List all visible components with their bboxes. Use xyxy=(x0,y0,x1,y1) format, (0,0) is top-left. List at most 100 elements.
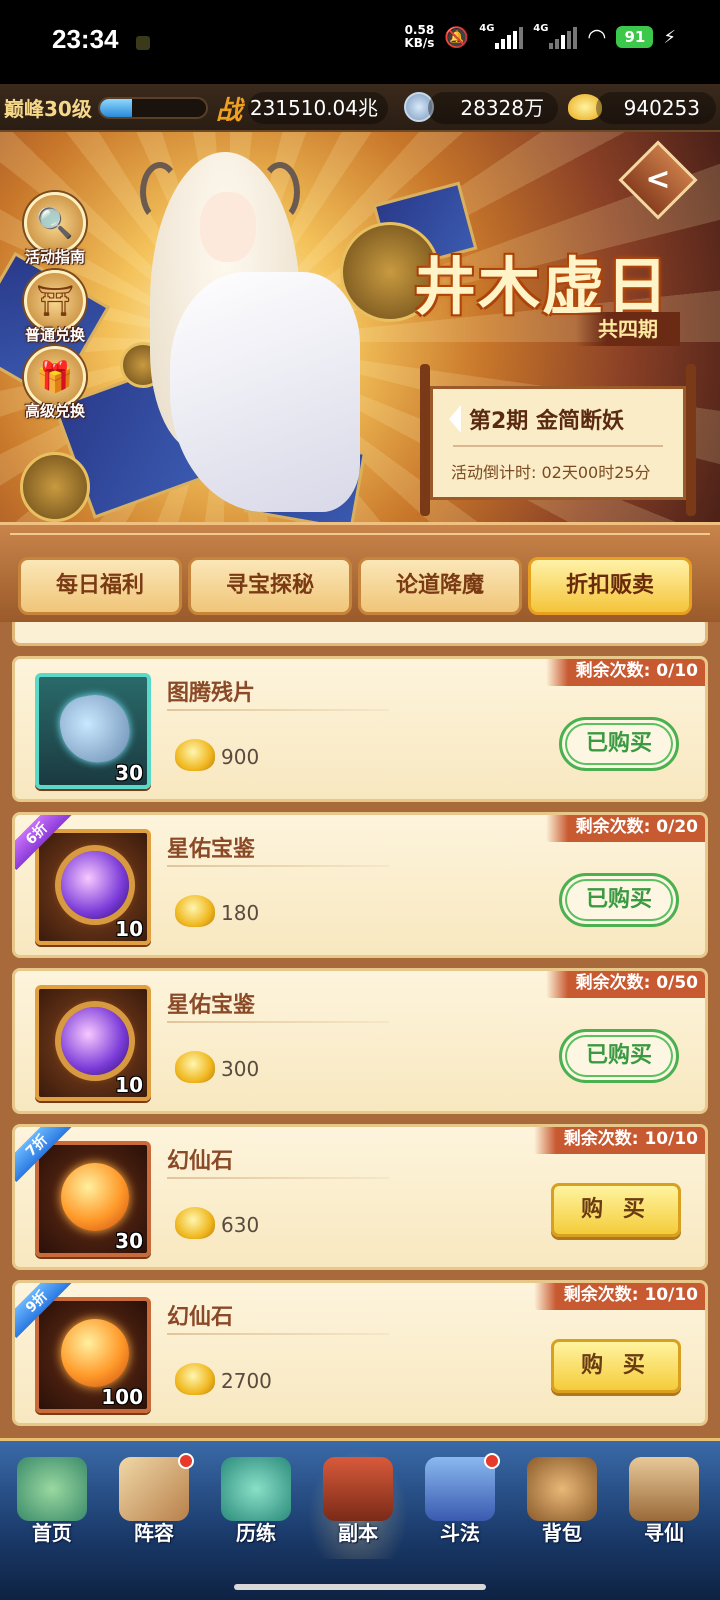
tab-discount-sale[interactable]: 折扣贩卖 xyxy=(528,557,692,615)
gold-ingot-icon xyxy=(175,739,215,771)
nav-lineup[interactable]: 阵容 xyxy=(104,1449,204,1559)
item-price: 180 xyxy=(221,901,260,925)
item-count: 30 xyxy=(115,1229,143,1253)
back-arrow-icon: < xyxy=(645,162,671,197)
wifi-icon: ◠ xyxy=(587,24,607,50)
item-frame[interactable]: 30 xyxy=(35,1141,151,1257)
character-illustration xyxy=(130,152,360,522)
magnifier-icon: 🔍 xyxy=(24,192,86,254)
cards-icon xyxy=(119,1457,189,1521)
combat-power: 231510.04兆 xyxy=(248,92,388,124)
immortal-stone-icon xyxy=(61,1163,129,1231)
home-island-icon xyxy=(17,1457,87,1521)
gold-ingot-icon xyxy=(175,1051,215,1083)
tab-treasure-hunt[interactable]: 寻宝探秘 xyxy=(188,557,352,615)
gold-ingot-icon xyxy=(175,895,215,927)
item-count: 10 xyxy=(115,917,143,941)
remaining-count: 剩余次数: 10/10 xyxy=(533,1127,705,1154)
totem-fragment-icon xyxy=(55,689,135,769)
list-item: 30 7折 幻仙石 630 剩余次数: 10/10 购 买 xyxy=(12,1124,708,1270)
star-mirror-icon xyxy=(61,1007,129,1075)
player-level: 巅峰30级 xyxy=(4,97,92,121)
nav-seek-immortal[interactable]: 寻仙 xyxy=(614,1449,714,1559)
xp-bar xyxy=(98,97,208,119)
gold-ingot-icon xyxy=(175,1363,215,1395)
shop-icon: ⛩ xyxy=(24,270,86,332)
scroll-icon xyxy=(629,1457,699,1521)
item-name: 星佑宝鉴 xyxy=(167,837,256,862)
item-name: 幻仙石 xyxy=(167,1305,234,1330)
battery-indicator: 91 xyxy=(616,26,654,48)
mute-icon: 🔕 xyxy=(444,25,470,49)
nav-dungeon[interactable]: 副本 xyxy=(308,1449,408,1559)
status-bar: 23:34 0.58 KB/s 🔕 4G 4G ◠ 91 ⚡ xyxy=(0,0,720,84)
signal-icon-2: 4G xyxy=(533,23,578,49)
nav-duel[interactable]: 斗法 xyxy=(410,1449,510,1559)
item-name: 图腾残片 xyxy=(167,681,256,706)
nav-home[interactable]: 首页 xyxy=(2,1449,102,1559)
home-indicator[interactable] xyxy=(234,1584,486,1590)
bought-button[interactable]: 已购买 xyxy=(559,717,679,771)
bought-button[interactable]: 已购买 xyxy=(559,1029,679,1083)
resource-bar: 巅峰30级 战 231510.04兆 28328万 940253 xyxy=(0,84,720,132)
remaining-count: 剩余次数: 0/20 xyxy=(545,815,705,842)
coin-amount[interactable]: 28328万 xyxy=(428,92,558,124)
item-frame[interactable]: 100 xyxy=(35,1297,151,1413)
item-price: 900 xyxy=(221,745,260,769)
item-count: 10 xyxy=(115,1073,143,1097)
bought-button[interactable]: 已购买 xyxy=(559,873,679,927)
event-subtitle: 共四期 xyxy=(576,312,680,346)
period-scroll: 第2期 金简断妖 活动倒计时: 02天00时25分 xyxy=(420,364,696,516)
remaining-count: 剩余次数: 10/10 xyxy=(533,1283,705,1310)
item-price: 300 xyxy=(221,1057,260,1081)
notification-icon xyxy=(136,36,150,50)
charging-icon: ⚡ xyxy=(663,26,676,48)
list-item: 100 9折 幻仙石 2700 剩余次数: 10/10 购 买 xyxy=(12,1280,708,1426)
star-mirror-icon xyxy=(61,851,129,919)
immortal-stone-icon xyxy=(61,1319,129,1387)
item-count: 100 xyxy=(101,1385,143,1409)
item-name: 幻仙石 xyxy=(167,1149,234,1174)
tab-demon-subdue[interactable]: 论道降魔 xyxy=(358,557,522,615)
swords-icon xyxy=(425,1457,495,1521)
event-countdown: 活动倒计时: 02天00时25分 xyxy=(451,463,651,482)
notification-dot xyxy=(178,1453,194,1469)
clock: 23:34 xyxy=(52,24,119,54)
item-frame[interactable]: 10 xyxy=(35,829,151,945)
item-frame[interactable]: 10 xyxy=(35,985,151,1101)
buy-button[interactable]: 购 买 xyxy=(551,1339,681,1393)
notification-dot xyxy=(484,1453,500,1469)
gift-icon: 🎁 xyxy=(24,346,86,408)
prev-period-arrow-icon[interactable] xyxy=(449,405,461,433)
remaining-count: 剩余次数: 0/50 xyxy=(545,971,705,998)
item-frame[interactable]: 30 xyxy=(35,673,151,789)
signal-icon: 4G xyxy=(479,23,524,49)
event-banner: 🔍 活动指南 ⛩ 普通兑换 🎁 高级兑换 < 井木虚日 共四期 第2期 金简断妖… xyxy=(0,132,720,522)
power-icon: 战 xyxy=(216,96,243,126)
list-item-partial xyxy=(12,622,708,646)
list-item: 10 星佑宝鉴 300 剩余次数: 0/50 已购买 xyxy=(12,968,708,1114)
event-guide-button[interactable]: 🔍 活动指南 xyxy=(14,192,96,267)
bag-icon xyxy=(527,1457,597,1521)
remaining-count: 剩余次数: 0/10 xyxy=(545,659,705,686)
advanced-exchange-button[interactable]: 🎁 高级兑换 xyxy=(14,346,96,421)
network-speed: 0.58 KB/s xyxy=(404,23,435,50)
gourd-icon xyxy=(221,1457,291,1521)
buy-button[interactable]: 购 买 xyxy=(551,1183,681,1237)
shop-item-list[interactable]: 30 图腾残片 900 剩余次数: 0/10 已购买 10 6折 星佑宝鉴 18… xyxy=(0,622,720,1438)
gold-amount[interactable]: 940253 xyxy=(596,92,716,124)
item-name: 星佑宝鉴 xyxy=(167,993,256,1018)
item-price: 630 xyxy=(221,1213,260,1237)
item-count: 30 xyxy=(115,761,143,785)
nav-training[interactable]: 历练 xyxy=(206,1449,306,1559)
gold-ingot-icon xyxy=(175,1207,215,1239)
normal-exchange-button[interactable]: ⛩ 普通兑换 xyxy=(14,270,96,345)
bottom-navigation: 首页 阵容 历练 副本 斗法 背包 寻仙 xyxy=(0,1438,720,1600)
list-item: 30 图腾残片 900 剩余次数: 0/10 已购买 xyxy=(12,656,708,802)
list-item: 10 6折 星佑宝鉴 180 剩余次数: 0/20 已购买 xyxy=(12,812,708,958)
nav-bag[interactable]: 背包 xyxy=(512,1449,612,1559)
gate-icon xyxy=(323,1457,393,1521)
tab-bar: 每日福利 寻宝探秘 论道降魔 折扣贩卖 xyxy=(0,522,720,622)
item-price: 2700 xyxy=(221,1369,272,1393)
tab-daily-welfare[interactable]: 每日福利 xyxy=(18,557,182,615)
